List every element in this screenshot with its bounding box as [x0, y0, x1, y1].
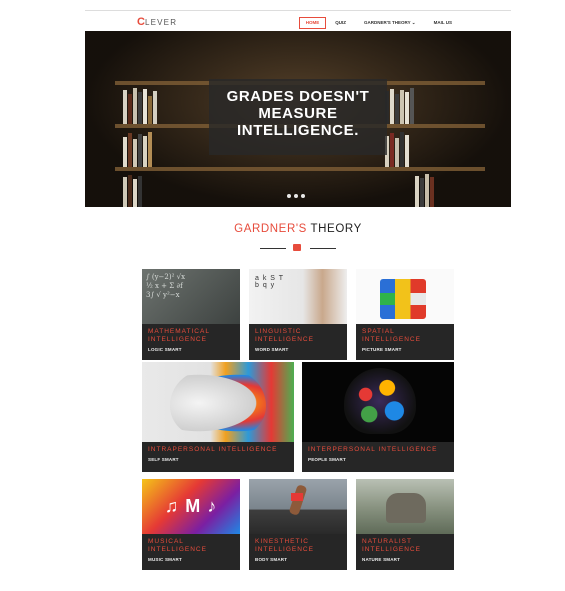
card-kinesthetic[interactable]: KINESTHETIC INTELLIGENCE BODY SMART: [249, 479, 347, 570]
nav-gardners-theory-dropdown[interactable]: GARDNER'S THEORY ⌄: [355, 17, 425, 29]
card-subtitle: LOGIC SMART: [148, 347, 182, 352]
math-chalkboard-image: ∫ (y−2)² √x ½ x + Σ ∂f 3∫ √ y²−x: [142, 269, 240, 324]
card-caption: NATURALIST INTELLIGENCE NATURE SMART: [356, 534, 454, 570]
brain-color-image: [142, 362, 294, 442]
books-row: [123, 86, 157, 124]
section-title-accent: GARDNER'S: [234, 223, 307, 235]
logo-initial: C: [137, 16, 145, 28]
nav-mail-us[interactable]: MAIL US: [425, 17, 461, 29]
carousel-indicators: [287, 194, 305, 198]
nav-home[interactable]: HOME: [298, 17, 327, 29]
carousel-dot-3[interactable]: [301, 194, 305, 198]
card-subtitle: PEOPLE SMART: [308, 457, 346, 462]
letters-image: a k S T b q y: [249, 269, 347, 324]
card-title: NATURALIST INTELLIGENCE: [362, 538, 421, 553]
music-graffiti-image: ♫ M ♪: [142, 479, 240, 534]
card-title: KINESTHETIC INTELLIGENCE: [255, 538, 314, 553]
card-subtitle: NATURE SMART: [362, 557, 401, 562]
card-caption: MATHEMATICAL INTELLIGENCE LOGIC SMART: [142, 324, 240, 360]
logo[interactable]: CLEVER: [137, 16, 177, 28]
navbar: CLEVER HOME QUIZ GARDNER'S THEORY ⌄ MAIL…: [85, 10, 511, 32]
card-interpersonal[interactable]: INTERPERSONAL INTELLIGENCE PEOPLE SMART: [302, 362, 454, 472]
card-caption: MUSICAL INTELLIGENCE MUSIC SMART: [142, 534, 240, 570]
card-title: MATHEMATICAL INTELLIGENCE: [148, 328, 210, 343]
carousel-dot-2[interactable]: [294, 194, 298, 198]
hero-carousel: GRADES DOESN'T MEASURE INTELLIGENCE.: [85, 31, 511, 207]
card-title: INTERPERSONAL INTELLIGENCE: [308, 446, 438, 453]
card-caption: INTRAPERSONAL INTELLIGENCE SELF SMART: [142, 442, 294, 472]
card-title: MUSICAL INTELLIGENCE: [148, 538, 207, 553]
page: CLEVER HOME QUIZ GARDNER'S THEORY ⌄ MAIL…: [85, 10, 511, 570]
books-row: [123, 129, 152, 167]
nav-quiz[interactable]: QUIZ: [326, 17, 355, 29]
divider-right: [310, 248, 336, 249]
main-menu: HOME QUIZ GARDNER'S THEORY ⌄ MAIL US: [298, 17, 461, 29]
card-caption: INTERPERSONAL INTELLIGENCE PEOPLE SMART: [302, 442, 454, 472]
card-musical[interactable]: ♫ M ♪ MUSICAL INTELLIGENCE MUSIC SMART: [142, 479, 240, 570]
card-linguistic[interactable]: a k S T b q y LINGUISTIC INTELLIGENCE WO…: [249, 269, 347, 360]
card-subtitle: BODY SMART: [255, 557, 288, 562]
card-subtitle: WORD SMART: [255, 347, 289, 352]
card-subtitle: SELF SMART: [148, 457, 179, 462]
card-intrapersonal[interactable]: INTRAPERSONAL INTELLIGENCE SELF SMART: [142, 362, 294, 472]
card-subtitle: MUSIC SMART: [148, 557, 182, 562]
runner-image: [249, 479, 347, 534]
divider-left: [260, 248, 286, 249]
card-title: SPATIAL INTELLIGENCE: [362, 328, 421, 343]
card-caption: LINGUISTIC INTELLIGENCE WORD SMART: [249, 324, 347, 360]
card-caption: KINESTHETIC INTELLIGENCE BODY SMART: [249, 534, 347, 570]
books-row: [415, 173, 434, 207]
book-icon: [293, 244, 301, 251]
section-title-rest: THEORY: [306, 223, 362, 235]
card-title: LINGUISTIC INTELLIGENCE: [255, 328, 314, 343]
card-naturalist[interactable]: NATURALIST INTELLIGENCE NATURE SMART: [356, 479, 454, 570]
books-row: [385, 86, 414, 124]
section-title: GARDNER'S THEORY: [85, 223, 511, 235]
shelf: [115, 167, 485, 171]
card-mathematical[interactable]: ∫ (y−2)² √x ½ x + Σ ∂f 3∫ √ y²−x MATHEMATI…: [142, 269, 240, 360]
card-title: INTRAPERSONAL INTELLIGENCE: [148, 446, 278, 453]
stone-hands-image: [356, 479, 454, 534]
card-subtitle: PICTURE SMART: [362, 347, 402, 352]
carousel-dot-1[interactable]: [287, 194, 291, 198]
books-row: [385, 129, 409, 167]
card-caption: SPATIAL INTELLIGENCE PICTURE SMART: [356, 324, 454, 360]
rubiks-cube-image: [356, 269, 454, 324]
hero-headline: GRADES DOESN'T MEASURE INTELLIGENCE.: [209, 79, 387, 155]
books-row: [123, 173, 142, 207]
logo-text: LEVER: [144, 18, 178, 27]
circuit-brain-image: [302, 362, 454, 442]
card-spatial[interactable]: SPATIAL INTELLIGENCE PICTURE SMART: [356, 269, 454, 360]
